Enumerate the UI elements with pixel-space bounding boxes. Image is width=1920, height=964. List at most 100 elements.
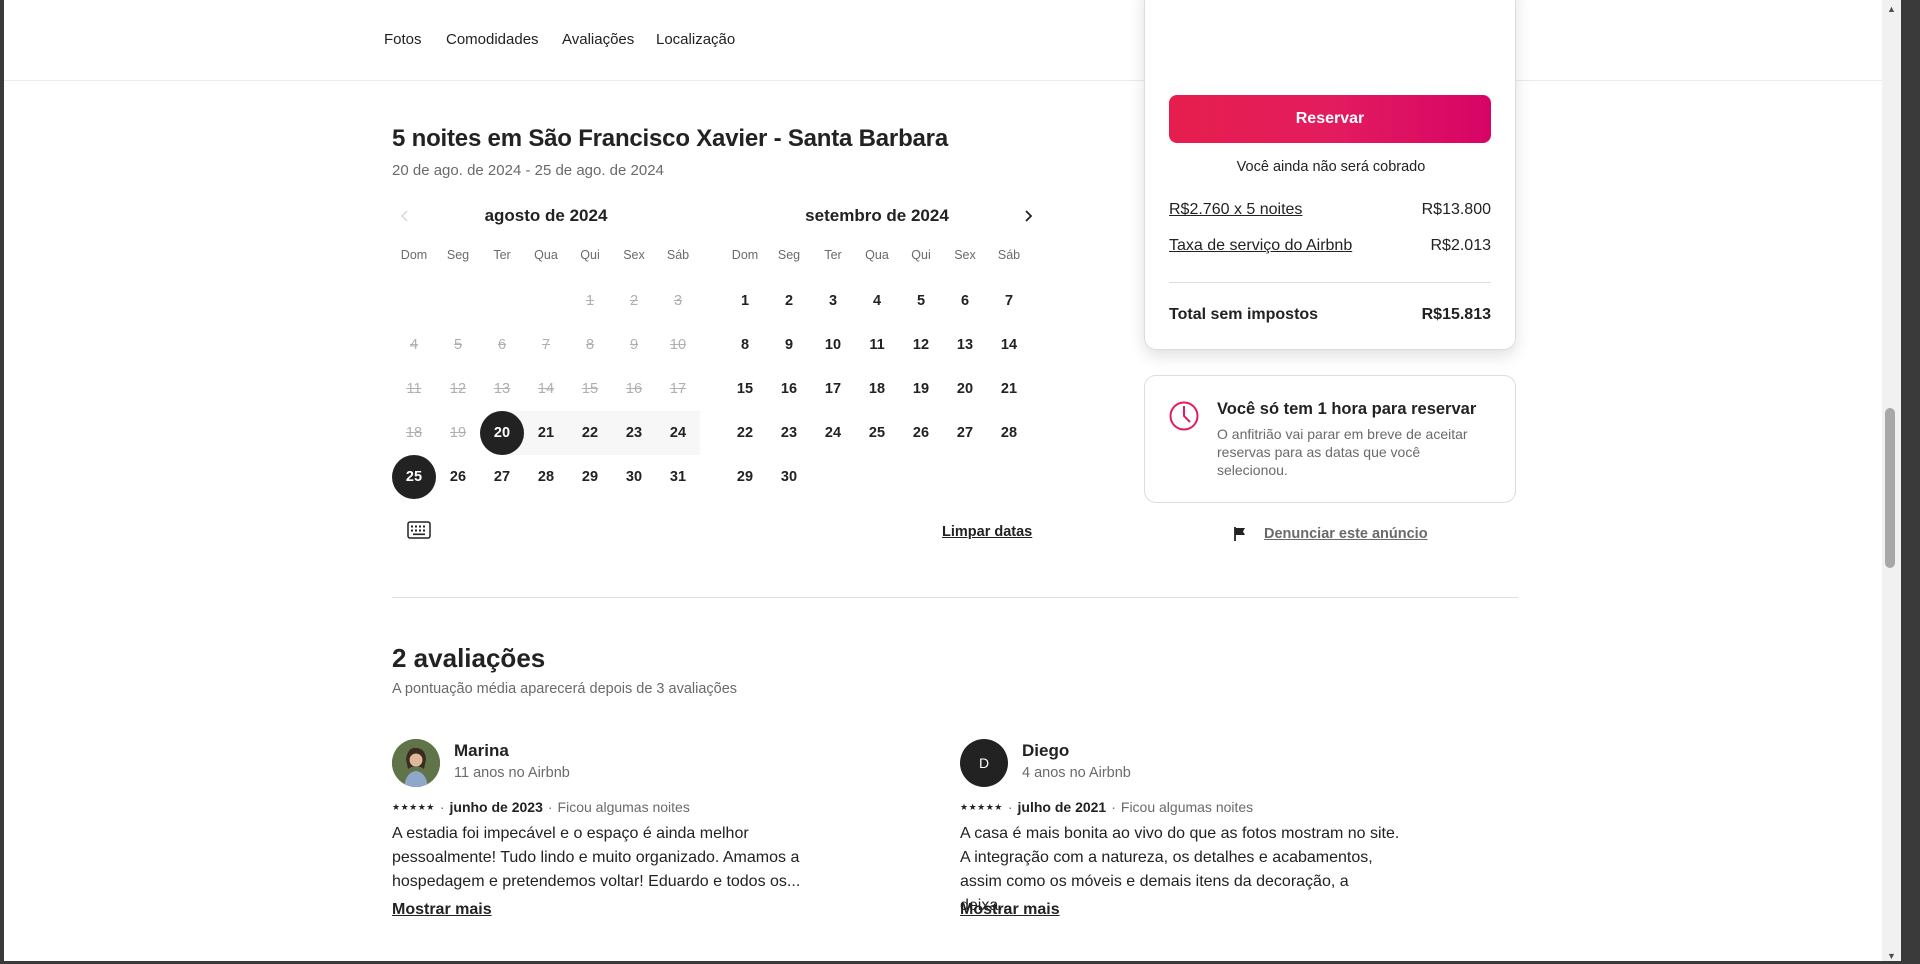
calendar-day[interactable]: 30: [612, 455, 656, 499]
total-row: Total sem impostos R$15.813: [1169, 306, 1491, 324]
calendar-day[interactable]: 27: [943, 411, 987, 455]
separator: ·: [1007, 799, 1013, 815]
calendar-day[interactable]: 21: [524, 411, 568, 455]
calendar-day[interactable]: 2: [767, 279, 811, 323]
calendar-day[interactable]: 24: [811, 411, 855, 455]
calendar-day: 19: [449, 425, 467, 441]
page-scrollbar[interactable]: ▲ ▼: [1882, 0, 1901, 961]
calendar-day[interactable]: 6: [943, 279, 987, 323]
urgency-title: Você só tem 1 hora para reservar: [1217, 400, 1477, 418]
calendar-day[interactable]: 21: [987, 367, 1031, 411]
reserve-button[interactable]: Reservar: [1169, 95, 1491, 143]
show-more-button[interactable]: Mostrar mais: [960, 901, 1060, 919]
clear-dates-button[interactable]: Limpar datas: [942, 524, 1032, 540]
scroll-thumb[interactable]: [1885, 408, 1895, 568]
chevron-left-icon[interactable]: [392, 203, 418, 229]
service-fee-label[interactable]: Taxa de serviço do Airbnb: [1169, 237, 1352, 255]
calendar-day[interactable]: 9: [767, 323, 811, 367]
report-listing-link[interactable]: Denunciar este anúncio: [1232, 526, 1428, 542]
keyboard-icon[interactable]: [404, 519, 434, 541]
not-charged-note: Você ainda não será cobrado: [1236, 159, 1426, 175]
trip-dates: 20 de ago. de 2024 - 25 de ago. de 2024: [392, 162, 664, 179]
calendar-day: 18: [405, 425, 423, 441]
calendar-day[interactable]: 22: [568, 411, 612, 455]
calendar-day: 10: [669, 337, 687, 353]
calendar-day[interactable]: 28: [524, 455, 568, 499]
calendar-day: 3: [673, 293, 683, 309]
reviewer-tenure: 11 anos no Airbnb: [454, 765, 570, 781]
calendar-day[interactable]: 22: [723, 411, 767, 455]
calendar-day[interactable]: 26: [436, 455, 480, 499]
weekday-label: Ter: [824, 248, 842, 262]
review-stay: Ficou algumas noites: [1120, 799, 1254, 815]
calendar-day[interactable]: 27: [480, 455, 524, 499]
calendar-day: 1: [585, 293, 595, 309]
scroll-down-icon[interactable]: ▼: [1882, 947, 1901, 961]
chevron-right-icon[interactable]: [1015, 203, 1041, 229]
nightly-price-label[interactable]: R$2.760 x 5 noites: [1169, 201, 1302, 219]
subnav-link-localizacao[interactable]: Localização: [656, 31, 735, 48]
calendar-day: 14: [537, 381, 555, 397]
total-label: Total sem impostos: [1169, 306, 1319, 323]
calendar-day[interactable]: 26: [899, 411, 943, 455]
separator: ·: [1111, 799, 1116, 815]
weekday-label: Sáb: [666, 248, 690, 262]
calendar-day[interactable]: 20: [480, 411, 524, 455]
calendar-day[interactable]: 31: [656, 455, 700, 499]
weekday-label: Seg: [446, 248, 470, 262]
calendar-day: 15: [581, 381, 599, 397]
calendar-empty-cell: [436, 279, 480, 323]
calendar-day[interactable]: 20: [943, 367, 987, 411]
calendar-day: 6: [497, 337, 507, 353]
calendar-day[interactable]: 24: [656, 411, 700, 455]
reviews-title: 2 avaliações: [392, 643, 546, 673]
scroll-up-icon[interactable]: ▲: [1882, 0, 1901, 17]
section-divider: [392, 597, 1518, 598]
reviews-subtitle: A pontuação média aparecerá depois de 3 …: [392, 681, 738, 697]
avatar[interactable]: D: [960, 739, 1008, 787]
calendar-day[interactable]: 12: [899, 323, 943, 367]
calendar-day[interactable]: 14: [987, 323, 1031, 367]
calendar-day[interactable]: 15: [723, 367, 767, 411]
calendar-day: 17: [669, 381, 687, 397]
calendar-day[interactable]: 23: [767, 411, 811, 455]
weekday-label: Sex: [954, 248, 976, 262]
calendar-day[interactable]: 18: [855, 367, 899, 411]
calendar-day[interactable]: 19: [899, 367, 943, 411]
calendar-day[interactable]: 4: [855, 279, 899, 323]
calendar-day[interactable]: 25: [855, 411, 899, 455]
calendar-day[interactable]: 13: [943, 323, 987, 367]
calendar-day[interactable]: 25: [392, 455, 436, 499]
calendar-day[interactable]: 7: [987, 279, 1031, 323]
flag-icon: [1234, 527, 1245, 541]
calendar-empty-cell: [392, 279, 436, 323]
calendar-day[interactable]: 29: [568, 455, 612, 499]
calendar-empty-cell: [480, 279, 524, 323]
calendar-day[interactable]: 17: [811, 367, 855, 411]
calendar-day[interactable]: 3: [811, 279, 855, 323]
calendar-day[interactable]: 23: [612, 411, 656, 455]
subnav-link-comodidades[interactable]: Comodidades: [446, 31, 539, 48]
show-more-button[interactable]: Mostrar mais: [392, 901, 492, 919]
calendar-day[interactable]: 28: [987, 411, 1031, 455]
calendar-day[interactable]: 30: [767, 455, 811, 499]
separator: ·: [547, 799, 553, 815]
calendar-day[interactable]: 16: [767, 367, 811, 411]
subnav-link-avaliacoes[interactable]: Avaliações: [562, 31, 634, 48]
calendar-day[interactable]: 8: [723, 323, 767, 367]
review-text: A estadia foi impecável e o espaço é ain…: [392, 825, 801, 890]
calendar-day[interactable]: 11: [855, 323, 899, 367]
weekday-label: Qua: [534, 248, 558, 262]
nightly-price-row: R$2.760 x 5 noites R$13.800: [1169, 201, 1491, 219]
calendar-day[interactable]: 5: [899, 279, 943, 323]
calendar-day[interactable]: 29: [723, 455, 767, 499]
avatar[interactable]: [392, 739, 440, 787]
calendar-day: 4: [409, 337, 419, 353]
calendar-day: 9: [629, 337, 639, 353]
subnav-link-fotos[interactable]: Fotos: [384, 31, 422, 48]
month-title: agosto de 2024: [484, 206, 608, 225]
review-meta: ★★★★★ · junho de 2023 · Ficou algumas no…: [392, 799, 690, 815]
calendar-day[interactable]: 10: [811, 323, 855, 367]
calendar-day[interactable]: 1: [723, 279, 767, 323]
report-listing-label[interactable]: Denunciar este anúncio: [1264, 526, 1428, 542]
